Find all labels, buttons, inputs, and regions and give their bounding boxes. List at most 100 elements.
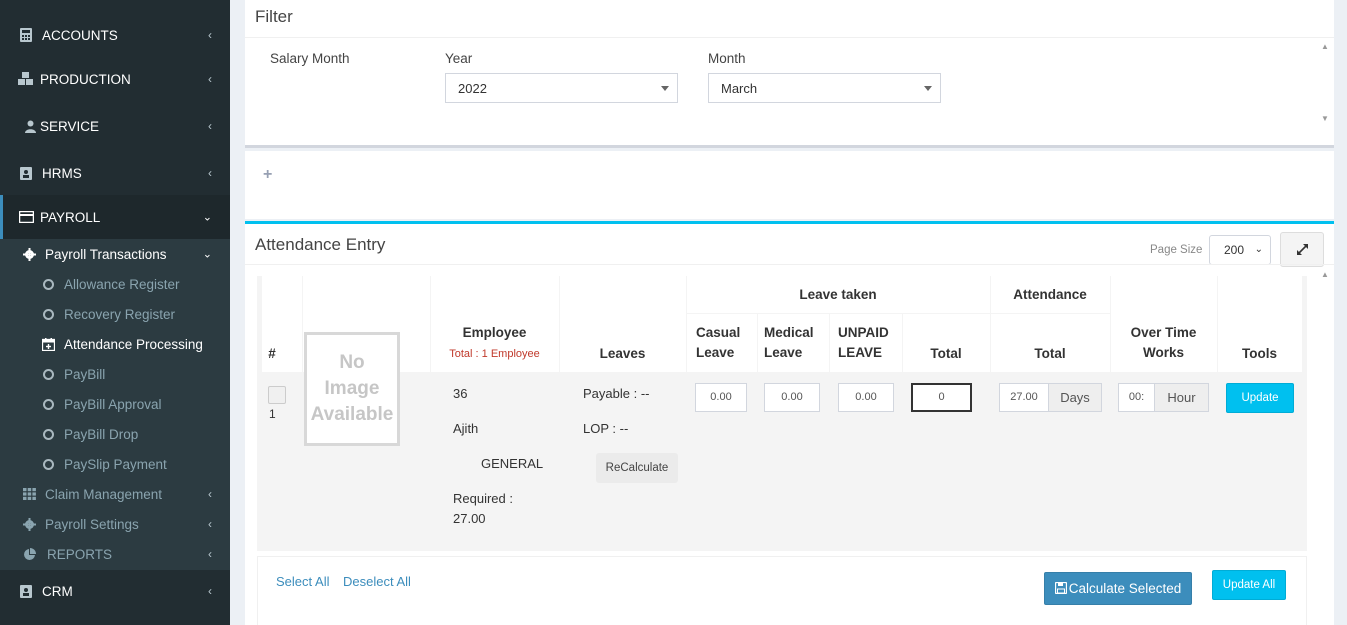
row-checkbox[interactable] (268, 386, 286, 404)
calculator-icon (18, 27, 34, 43)
calculate-selected-button[interactable]: Calculate Selected (1044, 572, 1192, 605)
month-select-value: March (721, 81, 758, 96)
attendance-panel: Attendance Entry Page Size 200 ⌄ ▲ # Emp… (245, 221, 1334, 625)
expand-button[interactable] (1280, 232, 1324, 267)
caret-down-icon (924, 86, 932, 91)
plus-icon[interactable]: + (263, 166, 272, 184)
sidebar-item-label: PAYROLL (40, 209, 101, 225)
year-label: Year (445, 51, 473, 66)
sidebar-item-hrms[interactable]: HRMS ‹ (0, 151, 230, 195)
sidebar-item-label: Allowance Register (64, 276, 180, 292)
deselect-all-link[interactable]: Deselect All (343, 574, 411, 589)
chevron-left-icon: ‹ (208, 28, 212, 42)
sidebar-item-production[interactable]: PRODUCTION ‹ (0, 57, 230, 101)
page-size-select[interactable]: 200 ⌄ (1209, 235, 1271, 265)
sidebar-item-service[interactable]: SERVICE ‹ (0, 104, 230, 148)
col-header-leaves: Leaves (599, 346, 646, 361)
chevron-left-icon: ‹ (208, 166, 212, 180)
sidebar-item-payroll[interactable]: PAYROLL ⌄ (0, 195, 230, 239)
sidebar-item-payslip-payment[interactable]: PaySlip Payment (0, 449, 230, 479)
col-header-attendance: Attendance (1013, 287, 1087, 302)
chevron-left-icon: ‹ (208, 72, 212, 86)
sidebar-item-crm[interactable]: CRM ‹ (0, 569, 230, 613)
id-card-icon (18, 583, 34, 599)
collapsed-panel: + (245, 151, 1334, 219)
gear-icon (21, 516, 37, 532)
sidebar-item-paybill-approval[interactable]: PayBill Approval (0, 389, 230, 419)
scroll-up-icon[interactable]: ▲ (1321, 270, 1329, 279)
leave-total-input[interactable]: 0 (911, 383, 972, 412)
year-select[interactable]: 2022 (445, 73, 678, 103)
recalculate-button[interactable]: ReCalculate (596, 453, 678, 483)
scroll-up-icon[interactable]: ▲ (1321, 42, 1329, 51)
salary-month-label: Salary Month (270, 51, 350, 66)
lop-text: LOP : -- (583, 421, 629, 436)
col-header-medical-leave: Medical Leave (764, 325, 814, 360)
pie-chart-icon (21, 546, 37, 562)
col-header-casual-leave: Casual Leave (696, 325, 741, 360)
circle-icon (40, 366, 56, 382)
sidebar-item-label: REPORTS (47, 546, 113, 562)
chevron-left-icon: ‹ (208, 487, 212, 501)
row-index: 1 (269, 407, 276, 421)
sidebar-item-label: PRODUCTION (40, 71, 131, 87)
payable-text: Payable : -- (583, 386, 650, 401)
employee-photo-placeholder: No Image Available (304, 332, 400, 446)
sidebar-item-label: SERVICE (40, 118, 100, 134)
year-select-value: 2022 (458, 81, 487, 96)
attendance-table: # Employee Total : 1 Employee Leaves Lea… (257, 276, 1307, 551)
id-card-icon (18, 165, 34, 181)
chevron-down-icon: ⌄ (202, 248, 212, 261)
sidebar-item-allowance-register[interactable]: Allowance Register (0, 269, 230, 299)
col-header-unpaid-leave: UNPAID LEAVE (838, 325, 889, 360)
sidebar-item-attendance-processing[interactable]: Attendance Processing (0, 329, 230, 359)
update-button[interactable]: Update (1226, 383, 1294, 413)
sidebar-item-label: Payroll Settings (45, 516, 139, 532)
month-select[interactable]: March (708, 73, 941, 103)
days-addon: Days (1048, 383, 1102, 412)
sidebar-item-label: PayBill Approval (64, 396, 162, 412)
sidebar-item-label: Claim Management (45, 486, 163, 502)
sidebar-item-label: Payroll Transactions (45, 246, 167, 262)
col-header-leave-total: Total (930, 346, 962, 361)
sidebar-item-label: ACCOUNTS (42, 27, 118, 43)
sidebar-item-paybill[interactable]: PayBill (0, 359, 230, 389)
month-label: Month (708, 51, 746, 66)
attendance-title: Attendance Entry (255, 235, 386, 254)
select-all-link[interactable]: Select All (276, 574, 329, 589)
casual-leave-input[interactable]: 0.00 (695, 383, 747, 412)
sidebar-item-label: PaySlip Payment (64, 456, 167, 472)
update-all-button[interactable]: Update All (1212, 570, 1286, 600)
expand-icon (1296, 244, 1308, 255)
chevron-down-icon: ⌄ (202, 211, 212, 224)
medical-leave-input[interactable]: 0.00 (764, 383, 820, 412)
chevron-left-icon: ‹ (208, 517, 212, 531)
sidebar-item-recovery-register[interactable]: Recovery Register (0, 299, 230, 329)
divider (245, 37, 1334, 38)
sidebar-item-label: HRMS (42, 165, 82, 181)
required-value: 27.00 (453, 511, 486, 526)
attendance-total-input[interactable]: 27.00 (999, 383, 1049, 412)
chevron-left-icon: ‹ (208, 584, 212, 598)
page-size-label: Page Size (1150, 244, 1203, 256)
divider (245, 264, 1334, 265)
sidebar-item-payroll-settings[interactable]: Payroll Settings ‹ (0, 509, 230, 539)
circle-icon (40, 426, 56, 442)
col-header-attendance-total: Total (1034, 346, 1066, 361)
employee-total-count: Total : 1 Employee (449, 348, 540, 360)
col-header-overtime: Over Time Works (1130, 325, 1197, 360)
sidebar-item-payroll-transactions[interactable]: Payroll Transactions ⌄ (0, 239, 230, 269)
overtime-input[interactable]: 00: (1118, 383, 1155, 412)
employee-department: GENERAL (481, 456, 544, 471)
col-header-leave-taken: Leave taken (799, 287, 877, 302)
sidebar-item-claim-management[interactable]: Claim Management ‹ (0, 479, 230, 509)
unpaid-leave-input[interactable]: 0.00 (838, 383, 894, 412)
gear-icon (21, 246, 37, 262)
sidebar-item-label: Attendance Processing (64, 336, 203, 352)
col-header-tools: Tools (1242, 346, 1277, 361)
sidebar-item-accounts[interactable]: ACCOUNTS ‹ (0, 13, 230, 57)
sidebar-item-paybill-drop[interactable]: PayBill Drop (0, 419, 230, 449)
page-size-value: 200 (1224, 243, 1245, 257)
scroll-down-icon[interactable]: ▼ (1321, 114, 1329, 123)
sidebar-item-reports[interactable]: REPORTS ‹ (0, 539, 230, 569)
